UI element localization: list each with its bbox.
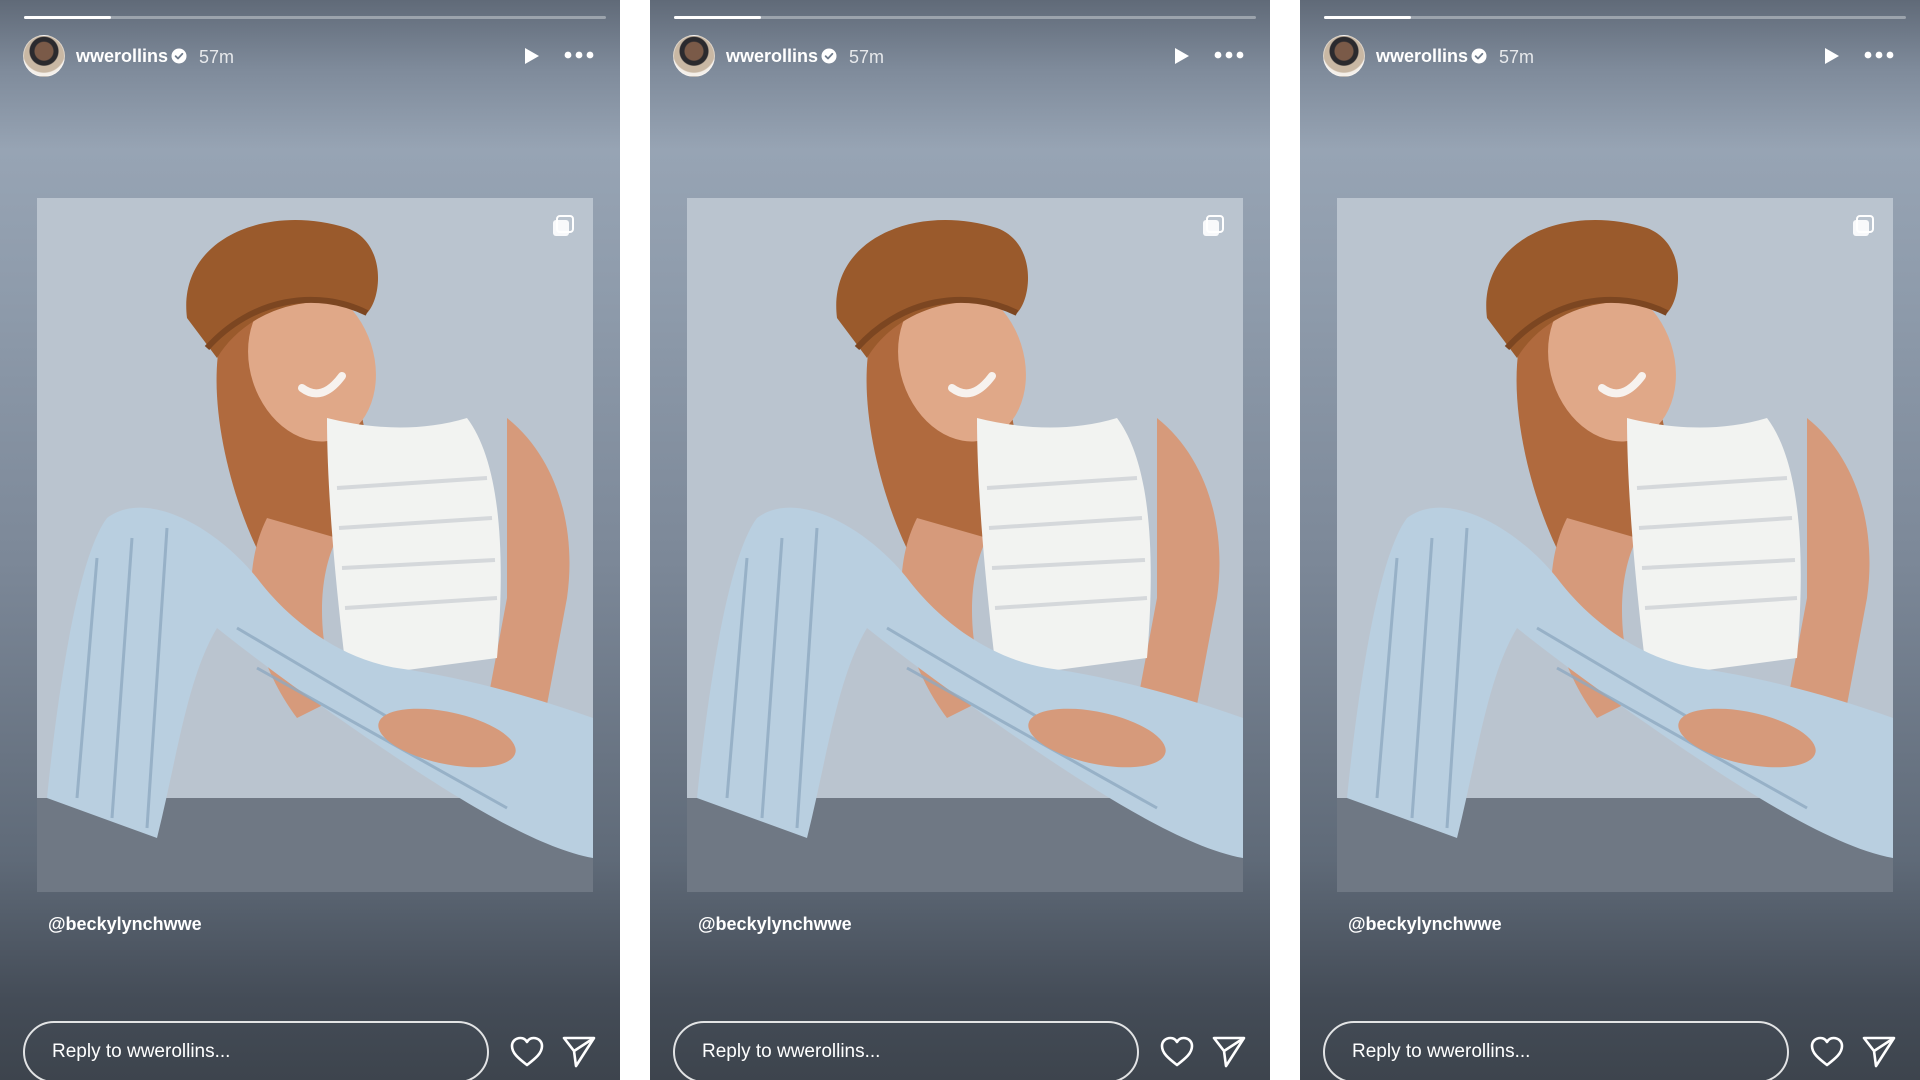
story-photo[interactable]: [687, 198, 1243, 892]
photo-illustration: [37, 198, 593, 892]
send-icon[interactable]: [1862, 1034, 1896, 1068]
reply-placeholder: Reply to wwerollins...: [702, 1041, 881, 1062]
story-progress-bar: [674, 16, 1256, 19]
reply-input[interactable]: Reply to wwerollins...: [23, 1021, 489, 1080]
avatar[interactable]: [673, 35, 715, 77]
heart-icon[interactable]: [1810, 1036, 1844, 1068]
story-progress-fill: [1324, 16, 1412, 19]
play-icon[interactable]: [520, 45, 542, 67]
multiple-photos-icon[interactable]: [550, 213, 576, 239]
mention-tag[interactable]: @beckylynchwwe: [698, 914, 852, 935]
more-options-icon[interactable]: [563, 49, 595, 61]
more-options-icon[interactable]: [1213, 49, 1245, 61]
story-progress-bar: [1324, 16, 1906, 19]
heart-icon[interactable]: [1160, 1036, 1194, 1068]
story-timestamp: 57m: [199, 47, 235, 67]
story-username[interactable]: wwerollins: [726, 46, 818, 67]
photo-illustration: [1337, 198, 1893, 892]
story-photo[interactable]: [1337, 198, 1893, 892]
story-panel-2: wwerollins 57m @beckylynchwwe Reply to w…: [650, 0, 1270, 1080]
send-icon[interactable]: [1212, 1034, 1246, 1068]
avatar[interactable]: [1323, 35, 1365, 77]
story-progress-bar: [24, 16, 606, 19]
mention-tag[interactable]: @beckylynchwwe: [1348, 914, 1502, 935]
story-progress-fill: [674, 16, 762, 19]
story-photo[interactable]: [37, 198, 593, 892]
story-panel-3: wwerollins 57m @beckylynchwwe Reply to w…: [1300, 0, 1920, 1080]
multiple-photos-icon[interactable]: [1850, 213, 1876, 239]
story-panel-1: wwerollins 57m @beckylynchwwe Reply to w…: [0, 0, 620, 1080]
story-timestamp: 57m: [1499, 47, 1535, 67]
reply-input[interactable]: Reply to wwerollins...: [673, 1021, 1139, 1080]
avatar[interactable]: [23, 35, 65, 77]
multiple-photos-icon[interactable]: [1200, 213, 1226, 239]
verified-badge-icon: [821, 48, 837, 64]
reply-placeholder: Reply to wwerollins...: [52, 1041, 231, 1062]
reply-placeholder: Reply to wwerollins...: [1352, 1041, 1531, 1062]
reply-input[interactable]: Reply to wwerollins...: [1323, 1021, 1789, 1080]
verified-badge-icon: [171, 48, 187, 64]
photo-illustration: [687, 198, 1243, 892]
story-username[interactable]: wwerollins: [1376, 46, 1468, 67]
story-timestamp: 57m: [849, 47, 885, 67]
mention-tag[interactable]: @beckylynchwwe: [48, 914, 202, 935]
verified-badge-icon: [1471, 48, 1487, 64]
heart-icon[interactable]: [510, 1036, 544, 1068]
more-options-icon[interactable]: [1863, 49, 1895, 61]
story-progress-fill: [24, 16, 112, 19]
play-icon[interactable]: [1170, 45, 1192, 67]
story-username[interactable]: wwerollins: [76, 46, 168, 67]
play-icon[interactable]: [1820, 45, 1842, 67]
send-icon[interactable]: [562, 1034, 596, 1068]
